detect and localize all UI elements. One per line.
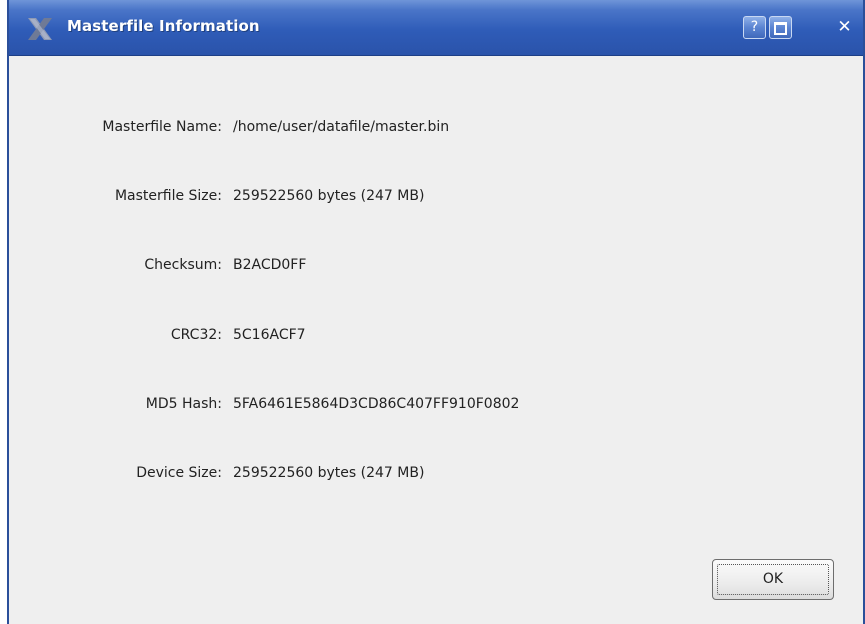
info-row-device-size: Device Size: 259522560 bytes (247 MB) [9, 465, 865, 485]
close-icon: ✕ [837, 17, 852, 37]
help-button[interactable]: ? [743, 16, 766, 39]
checksum-label: Checksum: [144, 257, 222, 273]
checksum-value: B2ACD0FF [233, 257, 307, 273]
maximize-button[interactable] [769, 16, 792, 39]
masterfile-size-label: Masterfile Size: [114, 188, 222, 204]
title-bar[interactable]: Masterfile Information ? ✕ [9, 0, 863, 56]
info-row-masterfile-name: Masterfile Name: /home/user/datafile/mas… [9, 119, 865, 139]
device-size-value: 259522560 bytes (247 MB) [233, 465, 425, 481]
maximize-icon [774, 22, 787, 35]
dialog-window: Masterfile Information ? ✕ Masterfile Na… [7, 0, 865, 624]
x-logo-icon [28, 18, 52, 40]
masterfile-name-value: /home/user/datafile/master.bin [233, 119, 450, 135]
md5-hash-label: MD5 Hash: [145, 396, 222, 412]
masterfile-size-value: 259522560 bytes (247 MB) [233, 188, 425, 204]
info-row-checksum: Checksum: B2ACD0FF [9, 257, 865, 277]
window-title: Masterfile Information [67, 17, 260, 35]
info-row-masterfile-size: Masterfile Size: 259522560 bytes (247 MB… [9, 188, 865, 208]
crc32-label: CRC32: [170, 327, 222, 343]
info-row-md5-hash: MD5 Hash: 5FA6461E5864D3CD86C407FF910F08… [9, 396, 865, 416]
ok-button[interactable]: OK [712, 559, 834, 600]
masterfile-name-label: Masterfile Name: [102, 119, 222, 135]
device-size-label: Device Size: [136, 465, 222, 481]
md5-hash-value: 5FA6461E5864D3CD86C407FF910F0802 [233, 396, 520, 412]
help-icon: ? [750, 19, 759, 35]
crc32-value: 5C16ACF7 [233, 327, 306, 343]
info-row-crc32: CRC32: 5C16ACF7 [9, 327, 865, 347]
close-button[interactable]: ✕ [833, 16, 856, 39]
